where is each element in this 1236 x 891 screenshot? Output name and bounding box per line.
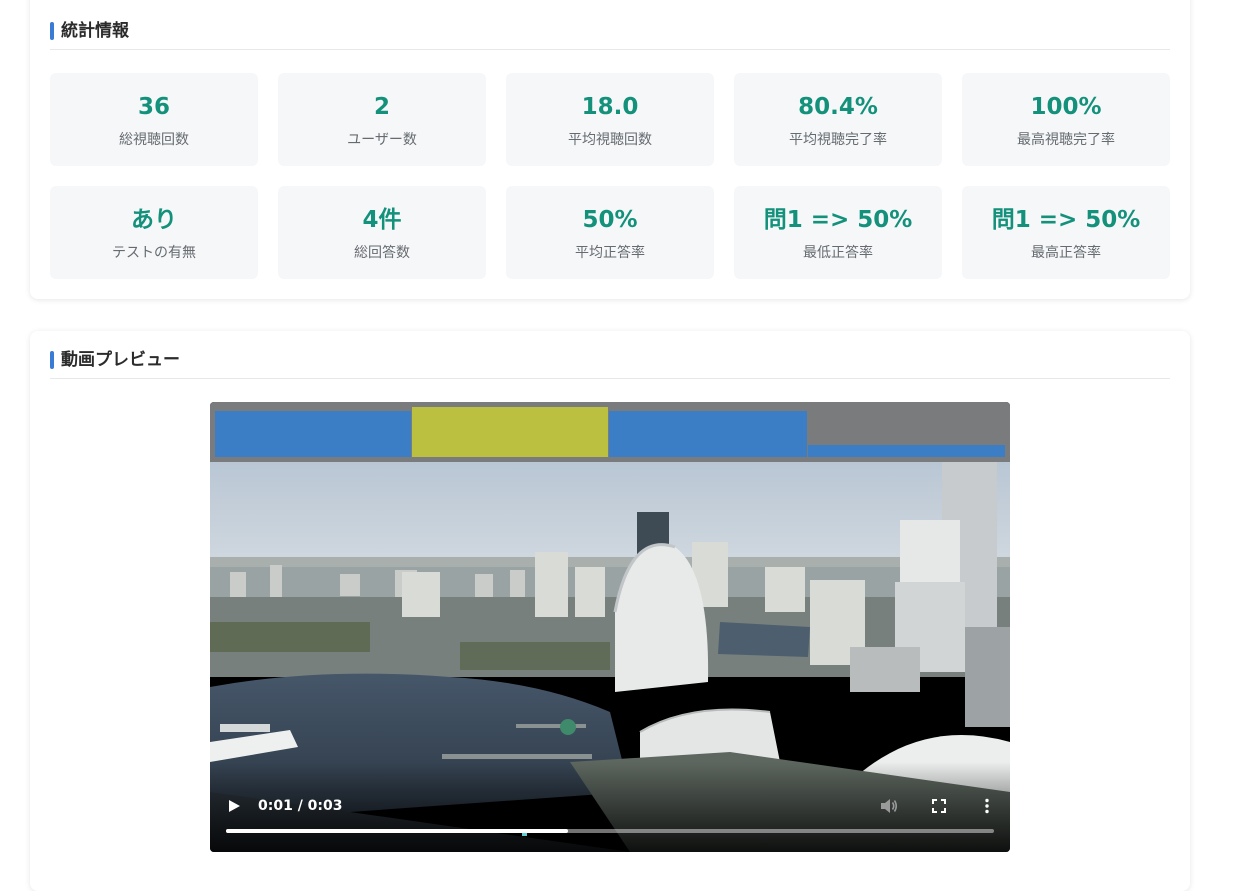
stat-value: 問1 => 50%	[991, 207, 1141, 233]
video-section-header: 動画プレビュー	[50, 347, 1170, 379]
more-options-icon[interactable]	[983, 798, 991, 814]
video-player[interactable]: 0:01 / 0:03	[210, 402, 1010, 852]
stat-value: 36	[137, 94, 170, 120]
video-segment-band	[210, 402, 1010, 462]
stat-label: テストの有無	[112, 245, 196, 261]
stat-label: 最高視聴完了率	[1017, 132, 1115, 148]
title-accent-bar	[50, 351, 54, 369]
stat-min-correct-rate: 問1 => 50% 最低正答率	[734, 186, 942, 279]
stat-value: 18.0	[581, 94, 639, 120]
stat-label: 最低正答率	[803, 245, 873, 261]
stats-card: 統計情報 36 総視聴回数 2 ユーザー数 18.0 平均視聴回数 80.4% …	[30, 0, 1190, 299]
stat-value: あり	[131, 207, 177, 233]
time-display: 0:01 / 0:03	[258, 798, 343, 814]
video-segment-block	[808, 445, 1005, 457]
play-icon[interactable]	[229, 800, 240, 812]
stat-max-completion: 100% 最高視聴完了率	[962, 73, 1170, 166]
video-segment-block	[609, 411, 807, 457]
stat-value: 50%	[582, 207, 638, 233]
stat-value: 問1 => 50%	[763, 207, 913, 233]
stat-total-views: 36 総視聴回数	[50, 73, 258, 166]
stat-max-correct-rate: 問1 => 50% 最高正答率	[962, 186, 1170, 279]
video-title: 動画プレビュー	[61, 350, 180, 370]
stats-grid: 36 総視聴回数 2 ユーザー数 18.0 平均視聴回数 80.4% 平均視聴完…	[50, 73, 1170, 279]
stats-title: 統計情報	[61, 21, 129, 41]
video-segment-block	[412, 407, 608, 457]
stat-label: 総視聴回数	[119, 132, 189, 148]
stat-label: 平均視聴完了率	[789, 132, 887, 148]
progress-fill	[226, 829, 568, 833]
video-preview-card: 動画プレビュー 0:01 / 0:03	[30, 331, 1190, 891]
stat-avg-correct-rate: 50% 平均正答率	[506, 186, 714, 279]
stat-label: 平均視聴回数	[568, 132, 652, 148]
stat-total-answers: 4件 総回答数	[278, 186, 486, 279]
stat-value: 2	[373, 94, 390, 120]
stat-label: 平均正答率	[575, 245, 645, 261]
title-accent-bar	[50, 22, 54, 40]
stat-label: 総回答数	[354, 245, 410, 261]
stat-has-test: あり テストの有無	[50, 186, 258, 279]
volume-icon[interactable]	[880, 798, 898, 814]
video-segment-block	[215, 411, 411, 457]
progress-bar[interactable]	[226, 829, 994, 836]
stat-avg-completion: 80.4% 平均視聴完了率	[734, 73, 942, 166]
fullscreen-icon[interactable]	[932, 799, 946, 813]
stat-label: ユーザー数	[347, 132, 417, 148]
stat-value: 80.4%	[798, 94, 878, 120]
stat-user-count: 2 ユーザー数	[278, 73, 486, 166]
stat-value: 100%	[1030, 94, 1102, 120]
stat-avg-views: 18.0 平均視聴回数	[506, 73, 714, 166]
stats-section-header: 統計情報	[50, 18, 1170, 50]
stat-label: 最高正答率	[1031, 245, 1101, 261]
progress-marker	[522, 833, 527, 836]
stat-value: 4件	[362, 207, 402, 233]
